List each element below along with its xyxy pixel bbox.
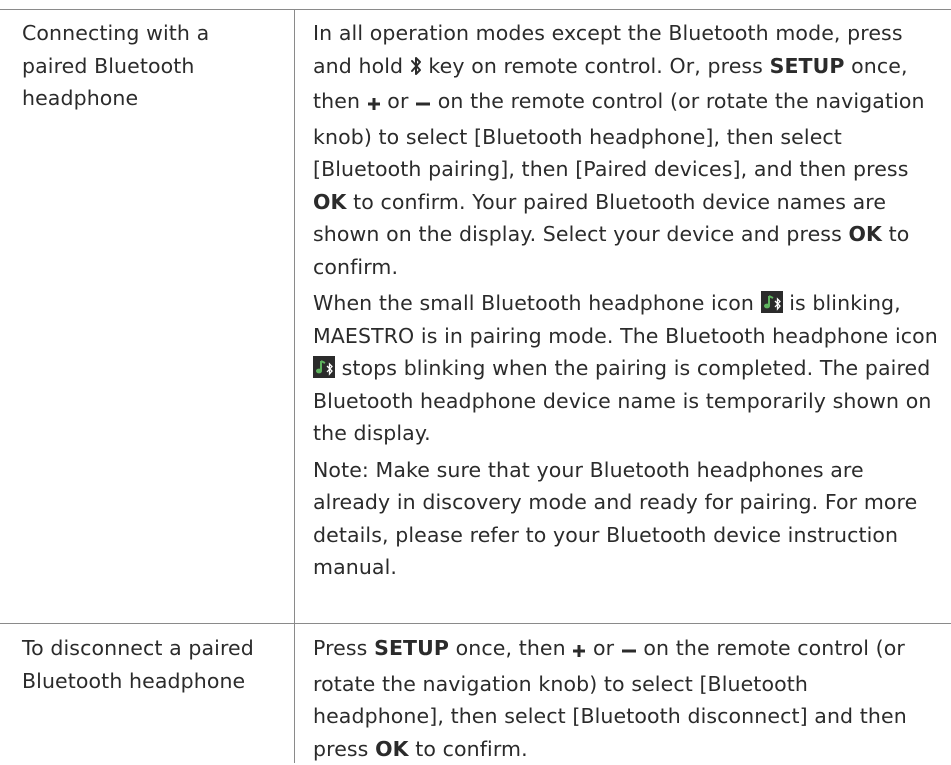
paragraph-disconnect-steps: Press SETUP once, then or on the remote …: [313, 635, 907, 761]
ok-key: OK: [313, 189, 347, 214]
table-row-divider: [0, 623, 951, 624]
ok-key: OK: [848, 222, 883, 246]
paragraph-pairing-mode: When the small Bluetooth headphone icon …: [313, 290, 938, 445]
plus-icon: [572, 635, 586, 668]
minus-icon: [621, 635, 637, 668]
row-label-connecting: Connecting with a paired Bluetooth headp…: [22, 17, 284, 115]
row-description-disconnect: Press SETUP once, then or on the remote …: [313, 632, 938, 765]
paragraph-connect-steps: In all operation modes except the Blueto…: [313, 21, 925, 279]
paragraph-note: Note: Make sure that your Bluetooth head…: [313, 457, 918, 580]
row-label-disconnect: To disconnect a paired Bluetooth headpho…: [22, 632, 292, 697]
bluetooth-icon: [410, 53, 422, 86]
row-description-connecting: In all operation modes except the Blueto…: [313, 17, 938, 584]
ok-key: OK: [375, 736, 409, 761]
label-line: Connecting with a: [22, 21, 210, 45]
plus-icon: [367, 88, 381, 121]
label-line: Bluetooth headphone: [22, 668, 246, 693]
minus-icon: [415, 88, 431, 121]
table-column-divider: [294, 9, 295, 763]
setup-key: SETUP: [769, 53, 845, 78]
label-line: paired Bluetooth: [22, 53, 195, 78]
bluetooth-headphone-icon: [760, 290, 783, 313]
table-top-border: [0, 9, 951, 10]
label-line: To disconnect a paired: [22, 636, 254, 660]
bluetooth-headphone-icon: [313, 355, 335, 378]
label-line: headphone: [22, 86, 139, 110]
setup-key: SETUP: [374, 636, 450, 660]
